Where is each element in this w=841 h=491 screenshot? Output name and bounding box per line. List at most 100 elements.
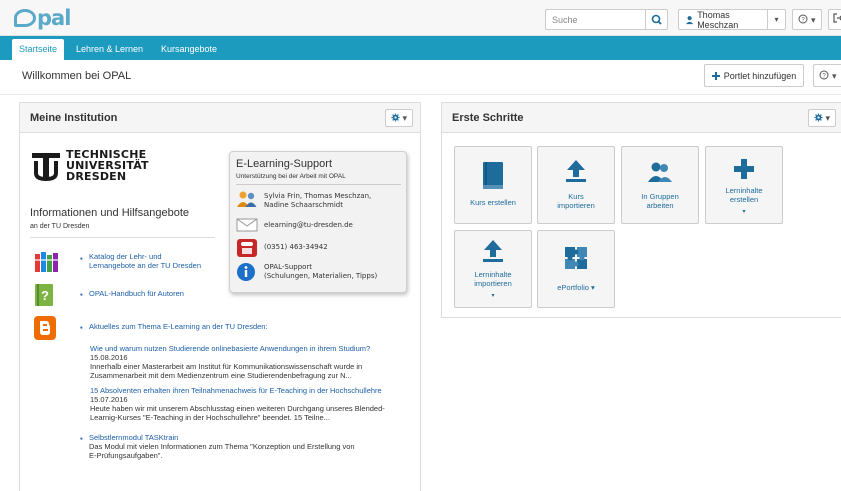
logo-o-icon <box>14 9 36 27</box>
main-navigation: Startseite Lehren & Lernen Kursangebote <box>0 36 841 60</box>
institution-settings-button[interactable]: ▾ <box>385 109 413 127</box>
news-title-link[interactable]: Wie und warum nutzen Studierende onlineb… <box>90 344 420 353</box>
import-course-label-line-1: Kurs <box>568 192 584 201</box>
first-steps-panel: Erste Schritte ▾ Kurs erstellen Kurs imp… <box>441 102 841 318</box>
book-icon <box>483 162 503 189</box>
news-title-link[interactable]: 15 Absolventen erhalten ihren Teilnahmen… <box>90 386 420 395</box>
opal-logo[interactable]: pal <box>14 6 71 32</box>
create-course-label: Kurs erstellen <box>470 198 516 207</box>
add-portlet-button[interactable]: Portlet hinzufügen <box>704 64 804 87</box>
create-content-label: Lerninhalte erstellen <box>708 186 780 204</box>
chevron-down-icon: ▾ <box>491 293 495 299</box>
chevron-down-icon: ▾ <box>831 71 837 81</box>
logo-text: pal <box>37 6 71 30</box>
first-steps-panel-title: Erste Schritte <box>452 112 524 124</box>
chevron-down-icon: ▾ <box>825 113 831 123</box>
plus-icon <box>711 71 720 80</box>
user-name: Thomas Meschzan <box>697 9 739 30</box>
module-body-line-1: Das Modul mit vielen Informationen zum T… <box>89 442 355 451</box>
import-content-label-line-2: importieren <box>474 279 512 288</box>
eportfolio-label: ePortfolio ▾ <box>557 283 595 292</box>
info-subheading: an der TU Dresden <box>30 223 90 230</box>
user-menu-button[interactable]: Thomas Meschzan <box>678 9 768 30</box>
search-button[interactable] <box>646 9 668 30</box>
eportfolio-tile[interactable]: ePortfolio ▾ <box>537 230 615 308</box>
news-body-line-1: Heute haben wir mit unserem Abschlusstag… <box>90 404 385 413</box>
news-item: 15 Absolventen erhalten ihren Teilnahmen… <box>90 386 420 422</box>
handbook-icon: ? <box>35 284 53 306</box>
group-work-tile[interactable]: In Gruppen arbeiten <box>621 146 699 224</box>
first-steps-settings-button[interactable]: ▾ <box>808 109 836 127</box>
tu-logo-line-3: DRESDEN <box>66 170 127 183</box>
catalog-link[interactable]: Katalog der Lehr- und Lernangebote an de… <box>89 252 201 270</box>
module-item: Selbstlernmodul TASKtrain Das Modul mit … <box>89 433 419 460</box>
logout-icon <box>833 13 841 23</box>
search-input[interactable] <box>545 9 646 30</box>
tab-startseite[interactable]: Startseite <box>12 39 65 60</box>
bullet: ▪ <box>80 254 83 263</box>
books-icon <box>35 252 58 272</box>
info-heading: Informationen und Hilfsangebote <box>30 207 189 219</box>
news-date: 15.07.2016 <box>90 395 128 404</box>
news-date: 15.08.2016 <box>90 353 128 362</box>
support-names-line-2: Nadine Schaarschmidt <box>264 201 343 209</box>
news-body-line-2: Zusammenarbeit mit dem Medienzentrum ein… <box>90 371 352 380</box>
tab-kursangebote[interactable]: Kursangebote <box>154 39 224 60</box>
info-icon <box>237 263 255 281</box>
upload-icon <box>483 240 503 262</box>
catalog-link-line-1: Katalog der Lehr- und <box>89 252 162 261</box>
chevron-down-icon: ▾ <box>742 209 746 215</box>
support-email-link[interactable]: elearning@tu-dresden.de <box>264 221 353 230</box>
news-item: Wie und warum nutzen Studierende onlineb… <box>90 344 420 380</box>
group-work-label-line-2: arbeiten <box>646 201 674 210</box>
support-names: Sylvia Frin, Thomas Meschzan, Nadine Sch… <box>264 192 371 210</box>
gear-icon <box>814 113 823 122</box>
plus-icon <box>734 159 754 179</box>
import-content-tile[interactable]: Lerninhalte importieren ▾ <box>454 230 532 308</box>
tu-dresden-logo[interactable]: TECHNISCHE UNIVERSITÄT DRESDEN <box>30 149 170 185</box>
import-course-label: Kurs importieren <box>540 192 612 210</box>
module-body-line-2: E-Prüfungsaufgaben". <box>89 451 163 460</box>
page-settings-button[interactable]: ? ▾ <box>813 64 841 87</box>
support-link-line-2: (Schulungen, Materialien, Tipps) <box>264 272 378 280</box>
news-link[interactable]: Aktuelles zum Thema E-Learning an der TU… <box>89 322 268 331</box>
support-card: E-Learning-Support Unterstützung bei der… <box>229 151 407 293</box>
chevron-down-icon: ▾ <box>774 15 779 24</box>
chevron-down-icon: ▾ <box>402 113 408 123</box>
group-work-label: In Gruppen arbeiten <box>624 192 696 210</box>
upload-icon <box>566 160 586 182</box>
institution-panel: Meine Institution ▾ TECHNISCHE UNIVERSIT… <box>19 102 421 491</box>
tu-logo-mark-icon <box>32 153 60 181</box>
gear-icon <box>391 113 400 122</box>
people-icon <box>237 191 257 207</box>
first-steps-panel-header: Erste Schritte ▾ <box>442 103 841 133</box>
support-link-line-1: OPAL-Support <box>264 263 313 271</box>
support-phone: (0351) 463-34942 <box>264 243 328 251</box>
handbook-link[interactable]: OPAL-Handbuch für Autoren <box>89 289 184 298</box>
support-names-line-1: Sylvia Frin, Thomas Meschzan, <box>264 192 372 200</box>
import-course-tile[interactable]: Kurs importieren <box>537 146 615 224</box>
phone-icon <box>237 239 257 257</box>
support-link[interactable]: OPAL-Support (Schulungen, Materialien, T… <box>264 263 377 281</box>
tu-logo-text: TECHNISCHE UNIVERSITÄT DRESDEN <box>66 149 149 182</box>
divider <box>30 237 215 238</box>
help-circle-icon: ? <box>819 70 829 80</box>
page-divider <box>0 94 841 95</box>
news-body-line-1: Innerhalb einer Masterarbeit am Institut… <box>90 362 363 371</box>
puzzle-icon <box>565 247 587 269</box>
module-link[interactable]: Selbstlernmodul TASKtrain <box>89 433 419 442</box>
help-button[interactable]: ? ▾ <box>792 9 822 30</box>
create-content-tile[interactable]: Lerninhalte erstellen ▾ <box>705 146 783 224</box>
create-course-tile[interactable]: Kurs erstellen <box>454 146 532 224</box>
import-course-label-line-2: importieren <box>557 201 595 210</box>
support-title: E-Learning-Support <box>236 158 333 170</box>
logout-button[interactable] <box>828 9 841 30</box>
import-content-label: Lerninhalte importieren <box>457 270 529 288</box>
catalog-link-line-2: Lernangebote an der TU Dresden <box>89 261 202 270</box>
user-menu-caret[interactable]: ▾ <box>768 9 786 30</box>
create-content-label-line-1: Lerninhalte <box>725 186 763 195</box>
tab-lehren-lernen[interactable]: Lehren & Lernen <box>69 39 150 60</box>
search-icon <box>651 14 662 25</box>
page-title: Willkommen bei OPAL <box>22 70 132 82</box>
bullet: ▪ <box>80 434 83 443</box>
